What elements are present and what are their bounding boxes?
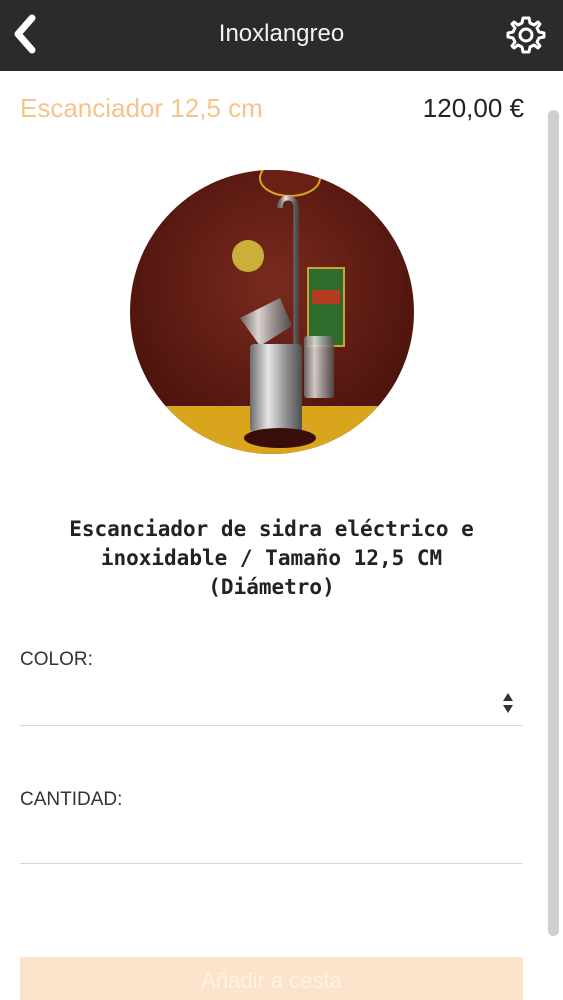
product-description: Escanciador de sidra eléctrico e inoxida…	[69, 517, 474, 599]
quantity-input[interactable]	[20, 819, 523, 863]
gear-icon	[506, 16, 546, 54]
select-arrows-icon	[503, 693, 513, 713]
color-field-underline	[20, 725, 523, 726]
product-price: 120,00 €	[422, 93, 524, 123]
quantity-field-underline	[20, 863, 523, 864]
color-select[interactable]	[20, 681, 523, 725]
settings-button[interactable]	[505, 14, 547, 56]
quantity-label: CANTIDAD:	[20, 789, 123, 810]
add-to-cart-button[interactable]: Añadir a cesta	[20, 957, 523, 1000]
top-app-bar: Inoxlangreo	[0, 0, 563, 71]
product-name: Escanciador 12,5 cm	[20, 93, 263, 123]
back-button[interactable]	[8, 12, 44, 56]
chevron-left-icon	[14, 14, 36, 54]
product-detail: Escanciador 12,5 cm 120,00 € Escanciador…	[0, 71, 548, 1000]
product-image	[130, 170, 414, 454]
app-title: Inoxlangreo	[218, 20, 345, 47]
scrollbar[interactable]	[548, 110, 559, 936]
color-label: COLOR:	[20, 649, 93, 670]
